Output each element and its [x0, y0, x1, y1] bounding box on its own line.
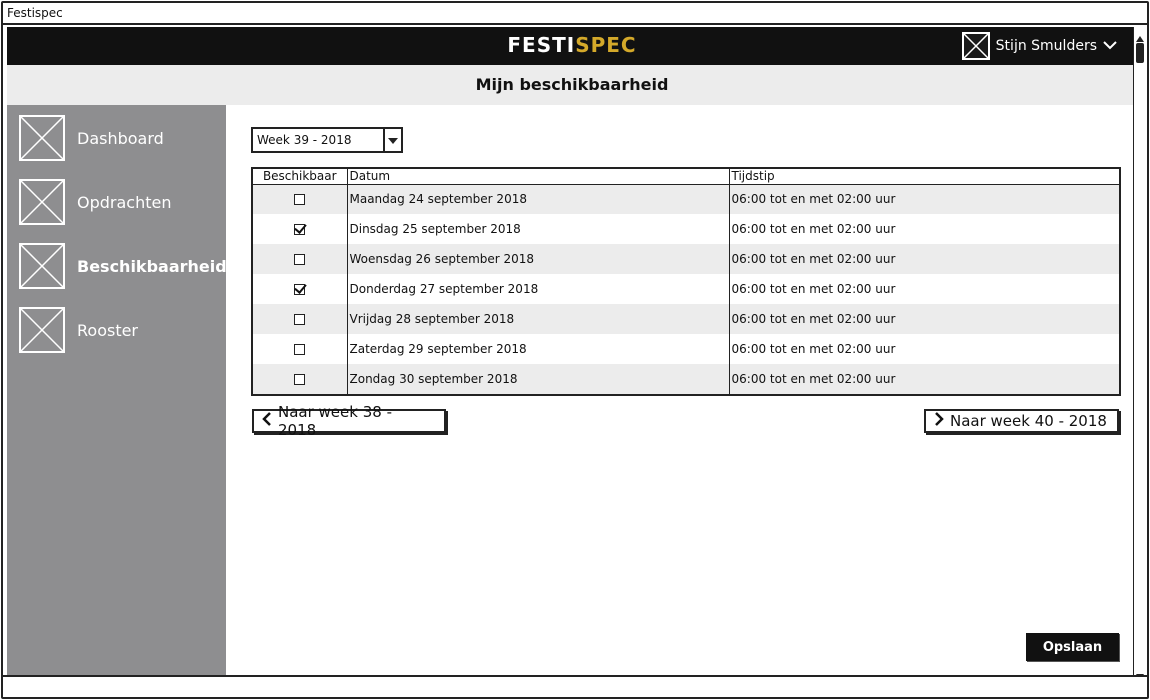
- available-cell: [253, 184, 347, 214]
- time-cell: 06:00 tot en met 02:00 uur: [728, 364, 1119, 394]
- time-cell: 06:00 tot en met 02:00 uur: [728, 184, 1119, 214]
- available-checkbox[interactable]: [294, 374, 306, 385]
- logo-text-spec: SPEC: [575, 33, 637, 57]
- column-header-datum[interactable]: Datum: [346, 169, 729, 185]
- available-checkbox[interactable]: [294, 254, 306, 265]
- available-checkbox[interactable]: [294, 284, 306, 295]
- sidebar: Dashboard Opdrachten Beschikbaarheid Roo…: [7, 105, 227, 679]
- week-select-value: Week 39 - 2018: [257, 133, 352, 147]
- save-button[interactable]: Opslaan: [1026, 633, 1119, 661]
- previous-week-button[interactable]: Naar week 38 - 2018: [252, 403, 446, 439]
- available-checkbox[interactable]: [294, 194, 306, 206]
- sidebar-item-label: Dashboard: [77, 128, 164, 148]
- next-week-label: Naar week 40 - 2018: [950, 412, 1107, 430]
- available-cell: [253, 274, 347, 304]
- logo-text-festi: FESTI: [507, 33, 576, 57]
- available-cell: [253, 244, 347, 274]
- available-checkbox[interactable]: [294, 224, 306, 235]
- image-placeholder-icon: [19, 115, 65, 161]
- time-cell: 06:00 tot en met 02:00 uur: [728, 274, 1119, 304]
- time-cell: 06:00 tot en met 02:00 uur: [728, 244, 1119, 274]
- date-cell: Dinsdag 25 september 2018: [346, 214, 729, 244]
- image-placeholder-icon: [961, 32, 990, 60]
- chevron-down-icon[interactable]: [1103, 38, 1117, 54]
- chevron-left-icon: [262, 412, 272, 430]
- sidebar-item-label: Rooster: [77, 320, 139, 340]
- main-content: Week 39 - 2018 Beschikbaar Datum Tijdsti…: [226, 105, 1137, 679]
- sidebar-item-dashboard[interactable]: Dashboard: [19, 115, 164, 161]
- date-cell: Woensdag 26 september 2018: [346, 244, 729, 274]
- column-header-tijdstip[interactable]: Tijdstip: [728, 169, 1119, 185]
- page-title: Mijn beschikbaarheid: [475, 75, 669, 94]
- available-checkbox[interactable]: [294, 344, 306, 355]
- sidebar-item-label: Beschikbaarheid: [77, 256, 227, 276]
- table-row: Zondag 30 september 2018 06:00 tot en met…: [253, 364, 1119, 394]
- previous-week-label: Naar week 38 - 2018: [278, 403, 392, 439]
- sidebar-item-opdrachten[interactable]: Opdrachten: [19, 179, 171, 225]
- available-cell: [253, 304, 347, 334]
- date-cell: Vrijdag 28 september 2018: [346, 304, 729, 334]
- available-cell: [253, 214, 347, 244]
- sidebar-item-rooster[interactable]: Rooster: [19, 307, 138, 353]
- next-week-button[interactable]: Naar week 40 - 2018: [924, 409, 1119, 433]
- table-row: Dinsdag 25 september 2018 06:00 tot en me…: [253, 214, 1119, 244]
- image-placeholder-icon: [19, 179, 65, 225]
- scroll-up-arrow-icon[interactable]: [1135, 29, 1145, 42]
- user-menu[interactable]: Stijn Smulders: [961, 32, 1117, 60]
- available-cell: [253, 334, 347, 364]
- image-placeholder-icon: [19, 243, 65, 289]
- vertical-scrollbar[interactable]: [1133, 27, 1145, 680]
- chevron-right-icon: [934, 412, 944, 430]
- table-row: Vrijdag 28 september 2018 06:00 tot en me…: [253, 304, 1119, 334]
- time-cell: 06:00 tot en met 02:00 uur: [728, 334, 1119, 364]
- table-row: Donderdag 27 september 2018 06:00 tot en …: [253, 274, 1119, 304]
- user-name: Stijn Smulders: [995, 38, 1097, 54]
- sidebar-item-label: Opdrachten: [77, 192, 172, 212]
- sidebar-item-beschikbaarheid[interactable]: Beschikbaarheid: [19, 243, 227, 289]
- dropdown-arrow-icon[interactable]: [383, 129, 401, 151]
- time-cell: 06:00 tot en met 02:00 uur: [728, 214, 1119, 244]
- page-header: Mijn beschikbaarheid: [7, 65, 1137, 105]
- date-cell: Zondag 30 september 2018: [346, 364, 729, 394]
- window-titlebar: Festispec: [3, 3, 1147, 25]
- date-cell: Donderdag 27 september 2018: [346, 274, 729, 304]
- available-cell: [253, 364, 347, 394]
- table-header-row: Beschikbaar Datum Tijdstip: [253, 169, 1119, 185]
- top-navbar: FESTISPEC Stijn Smulders: [7, 27, 1137, 65]
- window-title: Festispec: [7, 6, 63, 20]
- app-window: Festispec FESTISPEC Stijn Smulders Mijn …: [1, 1, 1149, 699]
- date-cell: Zaterdag 29 september 2018: [346, 334, 729, 364]
- column-header-beschikbaar[interactable]: Beschikbaar: [253, 169, 347, 185]
- week-select[interactable]: Week 39 - 2018: [251, 127, 403, 153]
- scrollbar-thumb[interactable]: [1136, 43, 1144, 63]
- image-placeholder-icon: [19, 307, 65, 353]
- time-cell: 06:00 tot en met 02:00 uur: [728, 304, 1119, 334]
- table-row: Woensdag 26 september 2018 06:00 tot en m…: [253, 244, 1119, 274]
- table-row: Zaterdag 29 september 2018 06:00 tot en m…: [253, 334, 1119, 364]
- date-cell: Maandag 24 september 2018: [346, 184, 729, 214]
- availability-table: Beschikbaar Datum Tijdstip Maandag 24 se…: [251, 167, 1121, 396]
- available-checkbox[interactable]: [294, 314, 306, 325]
- status-bar: [3, 675, 1147, 697]
- table-row: Maandag 24 september 2018 06:00 tot en me…: [253, 184, 1119, 214]
